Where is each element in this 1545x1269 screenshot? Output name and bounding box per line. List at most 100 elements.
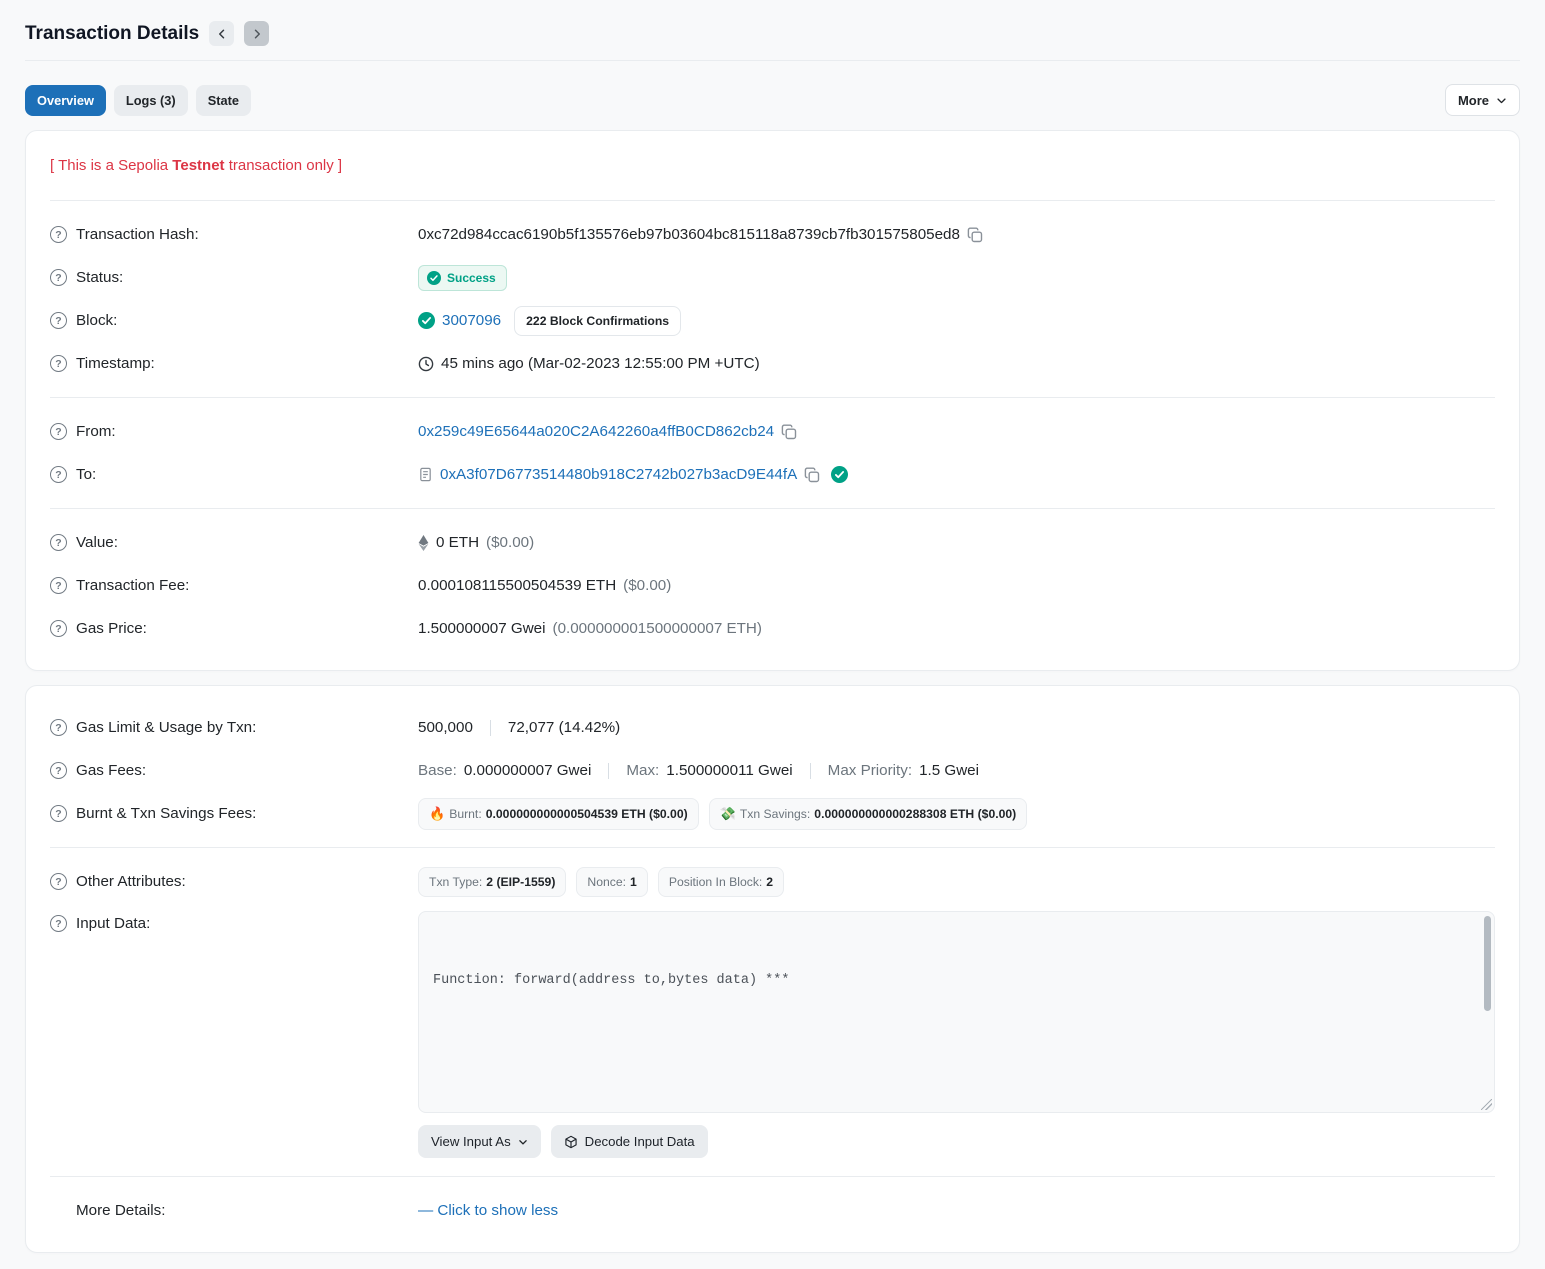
page-header: Transaction Details — [25, 0, 1520, 60]
next-transaction-button[interactable] — [244, 21, 269, 46]
txn-savings-label: Txn Savings: — [740, 807, 810, 821]
base-fee-value: 0.000000007 Gwei — [464, 762, 592, 779]
txn-type-label: Txn Type: — [429, 875, 482, 889]
from-row: ?From: 0x259c49E65644a020C2A642260a4ffB0… — [50, 410, 1495, 453]
gas-price-amount: 1.500000007 Gwei — [418, 620, 546, 637]
copy-transaction-hash-button[interactable] — [967, 227, 983, 243]
help-icon: ? — [50, 805, 67, 822]
input-data-row: ? Input Data: Function: forward(address t… — [50, 903, 1495, 1158]
burnt-value: 0.000000000000504539 ETH ($0.00) — [486, 807, 688, 821]
resize-grip[interactable] — [1481, 1099, 1492, 1110]
divider — [608, 763, 609, 779]
max-priority-fee-value: 1.5 Gwei — [919, 762, 979, 779]
more-button[interactable]: More — [1445, 84, 1520, 116]
row-label: Timestamp: — [76, 355, 155, 372]
base-fee-label: Base: — [418, 762, 457, 779]
chevron-down-icon — [518, 1137, 528, 1147]
money-wings-icon: 💸 — [720, 806, 736, 822]
gas-limit-value: 500,000 — [418, 719, 473, 736]
help-icon: ? — [50, 719, 67, 736]
check-circle-icon — [418, 312, 435, 329]
contract-file-icon — [418, 467, 433, 482]
row-label: Gas Fees: — [76, 762, 146, 779]
block-row: ? Block: 3007096 222 Block Confirmations — [50, 299, 1495, 342]
testnet-warning: [ This is a Sepolia Testnet transaction … — [50, 151, 1495, 188]
help-icon: ? — [50, 762, 67, 779]
burnt-fee-badge: 🔥 Burnt: 0.000000000000504539 ETH ($0.00… — [418, 798, 699, 830]
value-row: ? Value: 0 ETH ($0.00) — [50, 521, 1495, 564]
nonce-badge: Nonce: 1 — [576, 867, 647, 897]
row-label: Block: — [76, 312, 117, 329]
view-input-as-label: View Input As — [431, 1134, 511, 1149]
transaction-hash-row: ? Transaction Hash: 0xc72d984ccac6190b5f1… — [50, 213, 1495, 256]
input-data-line — [433, 1041, 1470, 1065]
max-priority-fee-label: Max Priority: — [828, 762, 912, 779]
copy-icon — [781, 424, 797, 440]
row-label: To: — [76, 466, 96, 483]
transaction-fee-amount: 0.000108115500504539 ETH — [418, 577, 616, 594]
row-label: Gas Limit & Usage by Txn: — [76, 719, 256, 736]
txn-type-value: 2 (EIP-1559) — [486, 875, 555, 889]
copy-icon — [804, 467, 820, 483]
block-number-link[interactable]: 3007096 — [442, 312, 501, 329]
decode-input-data-label: Decode Input Data — [585, 1134, 695, 1149]
transaction-fee-row: ?Transaction Fee: 0.000108115500504539 E… — [50, 564, 1495, 607]
eth-icon — [418, 535, 429, 551]
transaction-fee-usd: ($0.00) — [623, 577, 671, 594]
tab-logs[interactable]: Logs (3) — [114, 85, 188, 116]
position-value: 2 — [766, 875, 773, 889]
txn-savings-value: 0.000000000000288308 ETH ($0.00) — [814, 807, 1016, 821]
from-address-link[interactable]: 0x259c49E65644a020C2A642260a4ffB0CD862cb… — [418, 423, 774, 440]
page-title: Transaction Details — [25, 23, 199, 45]
position-label: Position In Block: — [669, 875, 762, 889]
view-input-as-button[interactable]: View Input As — [418, 1125, 541, 1158]
timestamp-row: ?Timestamp: 45 mins ago (Mar-02-2023 12:… — [50, 342, 1495, 385]
position-in-block-badge: Position In Block: 2 — [658, 867, 784, 897]
to-address-link[interactable]: 0xA3f07D6773514480b918C2742b027b3acD9E44… — [440, 466, 797, 483]
max-fee-label: Max: — [626, 762, 659, 779]
previous-transaction-button[interactable] — [209, 21, 234, 46]
nonce-value: 1 — [630, 875, 637, 889]
input-data-textarea[interactable]: Function: forward(address to,bytes data)… — [418, 911, 1495, 1113]
nonce-label: Nonce: — [587, 875, 626, 889]
transaction-detail-card: ?Gas Limit & Usage by Txn: 500,000 72,07… — [25, 685, 1520, 1253]
row-label: More Details: — [76, 1202, 165, 1219]
help-icon: ? — [50, 915, 67, 932]
row-label: Input Data: — [76, 915, 150, 932]
tab-bar: Overview Logs (3) State More — [25, 61, 1520, 130]
value-usd: ($0.00) — [486, 534, 534, 551]
input-data-scrollbar[interactable] — [1484, 916, 1491, 1011]
help-icon: ? — [50, 466, 67, 483]
gas-fees-row: ? Gas Fees: Base: 0.000000007 Gwei Max: 1… — [50, 749, 1495, 792]
chevron-left-icon — [216, 28, 228, 40]
verified-check-icon — [831, 466, 848, 483]
tab-overview[interactable]: Overview — [25, 85, 106, 116]
value-amount: 0 ETH — [436, 534, 479, 551]
chevron-down-icon — [1496, 95, 1507, 106]
help-icon: ? — [50, 312, 67, 329]
tab-state[interactable]: State — [196, 85, 251, 116]
status-badge: Success — [418, 265, 507, 291]
row-label: Value: — [76, 534, 118, 551]
check-circle-icon — [427, 271, 441, 285]
row-label: Other Attributes: — [76, 873, 186, 890]
show-less-toggle-link[interactable]: — Click to show less — [418, 1202, 558, 1219]
chevron-right-icon — [251, 28, 263, 40]
decode-input-data-button[interactable]: Decode Input Data — [551, 1125, 708, 1158]
help-icon: ? — [50, 534, 67, 551]
gas-price-row: ?Gas Price: 1.500000007 Gwei (0.00000000… — [50, 607, 1495, 650]
help-icon: ? — [50, 620, 67, 637]
txn-savings-badge: 💸 Txn Savings: 0.000000000000288308 ETH … — [709, 798, 1028, 830]
transaction-hash-value: 0xc72d984ccac6190b5f135576eb97b03604bc81… — [418, 226, 960, 243]
cube-icon — [564, 1135, 578, 1149]
divider — [490, 720, 491, 736]
block-confirmations-badge: 222 Block Confirmations — [514, 306, 681, 336]
txn-type-badge: Txn Type: 2 (EIP-1559) — [418, 867, 566, 897]
help-icon: ? — [50, 226, 67, 243]
row-label: Transaction Hash: — [76, 226, 199, 243]
transaction-summary-card: [ This is a Sepolia Testnet transaction … — [25, 130, 1520, 671]
transaction-details-page: Transaction Details Overview Logs (3) St… — [0, 0, 1545, 1269]
row-label: Status: — [76, 269, 123, 286]
copy-to-address-button[interactable] — [804, 467, 820, 483]
copy-from-address-button[interactable] — [781, 424, 797, 440]
